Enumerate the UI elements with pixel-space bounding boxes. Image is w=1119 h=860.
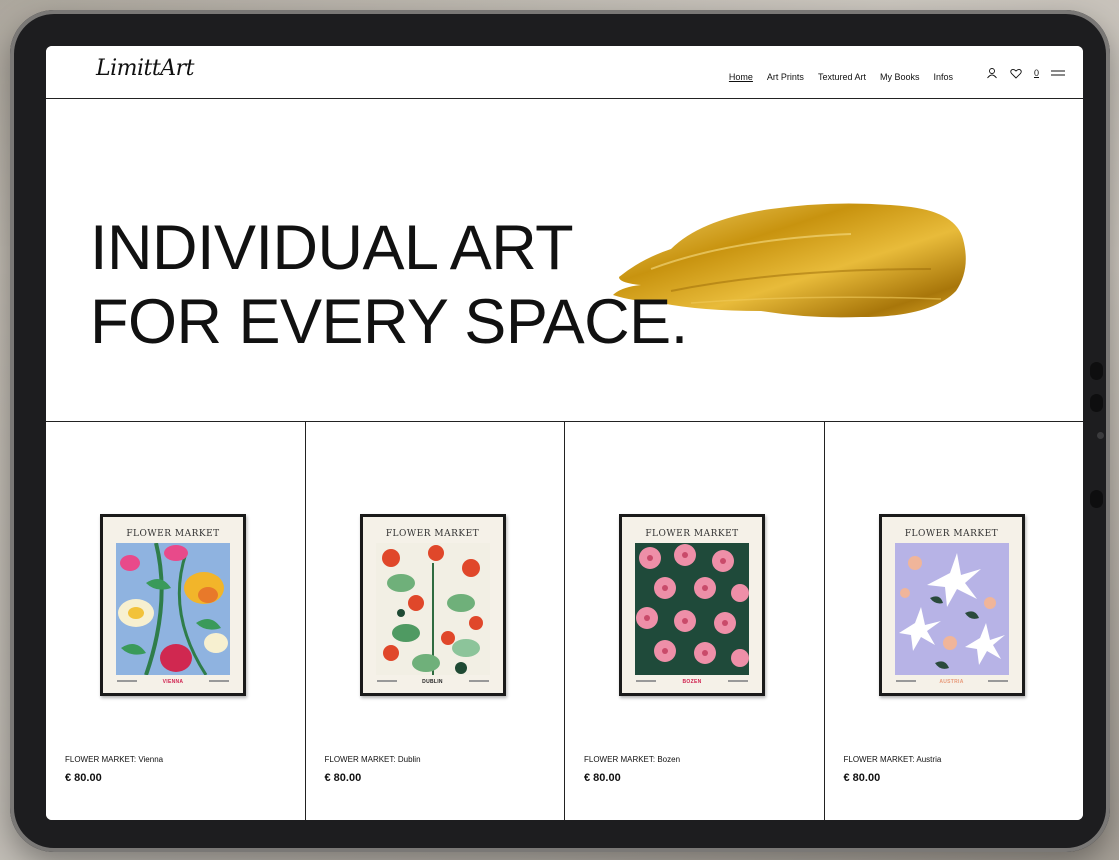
tablet-side-button	[1090, 394, 1103, 412]
product-price: € 80.00	[65, 772, 102, 784]
poster-title: FLOWER MARKET	[645, 529, 739, 539]
poster-title: FLOWER MARKET	[126, 529, 220, 539]
hero-section: INDIVIDUAL ART FOR EVERY SPACE.	[46, 99, 1083, 422]
floral-artwork	[894, 543, 1009, 675]
product-name[interactable]: FLOWER MARKET: Vienna	[65, 755, 163, 764]
nav-item-infos[interactable]: Infos	[933, 72, 953, 82]
product-image[interactable]: FLOWER MARKET	[878, 514, 1025, 696]
product-price: € 80.00	[324, 772, 362, 784]
heart-icon[interactable]	[1010, 68, 1022, 79]
tablet-side-button	[1090, 362, 1103, 380]
site-header: LimittArt Home Art Prints Textured Art M…	[46, 46, 1083, 99]
main-nav: Home Art Prints Textured Art My Books In…	[729, 72, 953, 82]
nav-item-art-prints[interactable]: Art Prints	[767, 72, 804, 82]
product-grid: FLOWER MARKET VIENNA FLOWER MARKET: Vien…	[46, 422, 1083, 820]
product-card[interactable]: FLOWER MARKET	[824, 422, 1083, 820]
product-price: € 80.00	[584, 772, 621, 784]
site-logo[interactable]: LimittArt	[96, 56, 194, 81]
product-card[interactable]: FLOWER MARKET	[46, 422, 306, 820]
hero-headline: INDIVIDUAL ART FOR EVERY SPACE.	[90, 211, 688, 359]
hero-headline-line-1: INDIVIDUAL ART	[90, 213, 574, 283]
poster-title: FLOWER MARKET	[385, 529, 480, 539]
poster-small-text	[987, 680, 1008, 682]
user-icon[interactable]	[986, 67, 998, 79]
product-name[interactable]: FLOWER MARKET: Bozen	[584, 755, 680, 764]
cart-count[interactable]: 0	[1034, 68, 1039, 78]
product-name[interactable]: FLOWER MARKET: Dublin	[325, 755, 421, 764]
product-price: € 80.00	[843, 772, 881, 784]
product-image[interactable]: FLOWER MARKET	[619, 514, 765, 696]
browser-screen: LimittArt Home Art Prints Textured Art M…	[46, 46, 1083, 820]
floral-artwork	[116, 543, 230, 675]
nav-item-my-books[interactable]: My Books	[880, 72, 920, 82]
hero-headline-line-2: FOR EVERY SPACE.	[90, 287, 688, 357]
header-icons: 0	[986, 67, 1065, 79]
floral-artwork	[375, 543, 490, 675]
product-card[interactable]: FLOWER MARKET	[565, 422, 825, 820]
poster-small-text	[209, 680, 229, 682]
product-card[interactable]: FLOWER MARKET	[305, 422, 565, 820]
menu-icon[interactable]	[1051, 69, 1065, 77]
product-name[interactable]: FLOWER MARKET: Austria	[844, 755, 942, 764]
nav-item-home[interactable]: Home	[729, 72, 753, 82]
floral-artwork	[635, 543, 749, 675]
nav-item-textured-art[interactable]: Textured Art	[818, 72, 866, 82]
poster-title: FLOWER MARKET	[904, 529, 999, 539]
camera	[1097, 432, 1104, 439]
poster-small-text	[468, 680, 489, 682]
poster-small-text	[728, 680, 748, 682]
product-image[interactable]: FLOWER MARKET	[359, 514, 506, 696]
tablet-side-button	[1090, 490, 1103, 508]
product-image[interactable]: FLOWER MARKET	[100, 514, 246, 696]
